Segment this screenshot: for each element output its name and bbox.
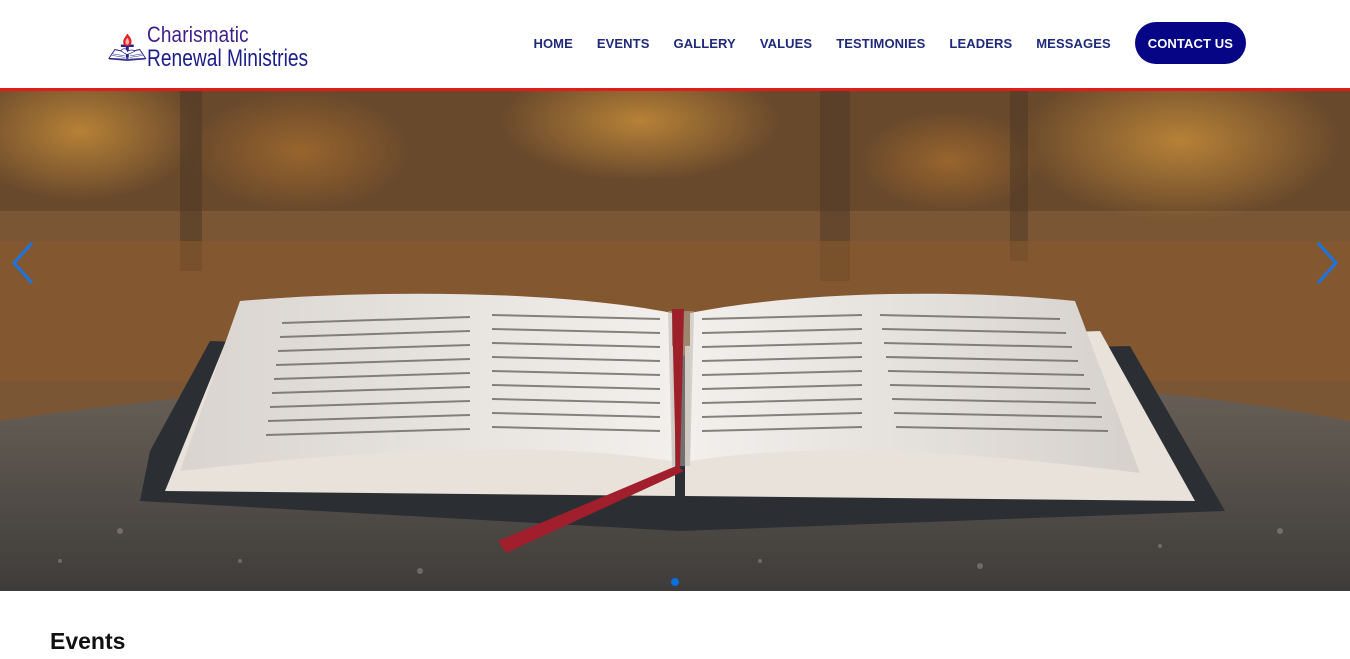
events-section-title: Events — [50, 628, 126, 654]
chevron-right-icon — [1316, 241, 1339, 285]
nav-item-home[interactable]: HOME — [533, 36, 572, 51]
brand-name-line1: Charismatic — [146, 21, 249, 47]
nav-item-leaders[interactable]: LEADERS — [949, 36, 1012, 51]
site-header: Charismatic Renewal Ministries HOME EVEN… — [0, 0, 1350, 91]
main-navigation: HOME EVENTS GALLERY VALUES TESTIMONIES L… — [533, 22, 1246, 64]
site-logo[interactable]: Charismatic Renewal Ministries — [108, 18, 348, 76]
slider-next-button[interactable] — [1312, 239, 1342, 287]
slider-dot-active[interactable] — [671, 578, 679, 586]
slider-prev-button[interactable] — [8, 239, 38, 287]
ministry-emblem-icon — [108, 33, 147, 61]
nav-item-messages[interactable]: MESSAGES — [1036, 36, 1110, 51]
hero-slide-image — [0, 91, 1350, 591]
nav-item-values[interactable]: VALUES — [760, 36, 812, 51]
chevron-left-icon — [11, 241, 34, 285]
brand-name-line2: Renewal Ministries — [146, 44, 308, 72]
nav-item-events[interactable]: EVENTS — [597, 36, 650, 51]
nav-item-gallery[interactable]: GALLERY — [673, 36, 735, 51]
nav-item-testimonies[interactable]: TESTIMONIES — [836, 36, 925, 51]
contact-us-button[interactable]: CONTACT US — [1134, 22, 1246, 64]
hero-slider — [0, 91, 1350, 591]
slider-pagination — [0, 578, 1350, 586]
